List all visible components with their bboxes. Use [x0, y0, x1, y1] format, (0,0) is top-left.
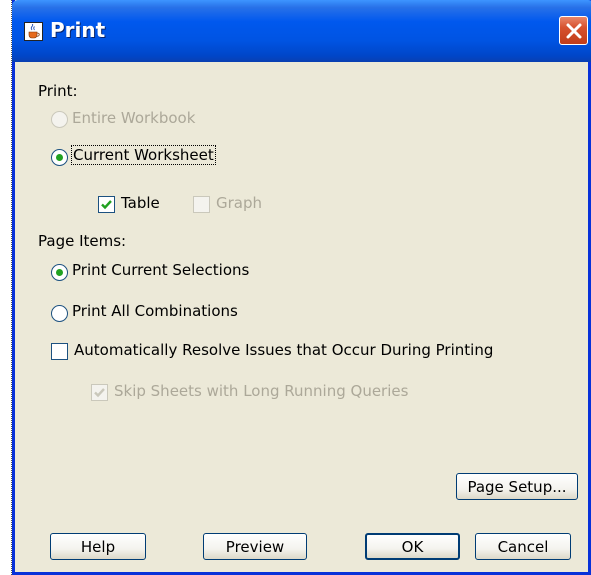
background-edge: [0, 0, 12, 575]
java-cup-icon: [24, 22, 43, 41]
checkbox-auto-resolve[interactable]: [51, 343, 68, 360]
page-items-label: Page Items:: [38, 232, 127, 250]
radio-current-worksheet[interactable]: [51, 149, 68, 166]
checkbox-graph-label: Graph: [216, 194, 263, 212]
checkbox-skip-sheets[interactable]: [91, 384, 108, 401]
checkbox-skip-sheets-label: Skip Sheets with Long Running Queries: [114, 382, 409, 400]
checkmark-icon: [94, 388, 105, 398]
radio-print-all-combinations-label: Print All Combinations: [72, 302, 238, 320]
radio-entire-workbook[interactable]: [51, 111, 68, 128]
dialog-content: Print: Entire Workbook Current Worksheet…: [15, 62, 591, 575]
checkbox-graph[interactable]: [193, 196, 210, 213]
window-title: Print: [50, 18, 106, 42]
ok-button[interactable]: OK: [365, 533, 460, 560]
print-dialog: Print Print: Entire Workbook Current Wor…: [12, 0, 591, 575]
preview-button[interactable]: Preview: [203, 533, 307, 560]
close-button[interactable]: [559, 16, 588, 45]
close-x-icon: [566, 23, 581, 38]
page-setup-button[interactable]: Page Setup...: [456, 473, 578, 500]
radio-print-current-selections[interactable]: [51, 264, 68, 281]
print-section-label: Print:: [38, 82, 78, 100]
radio-print-all-combinations[interactable]: [51, 305, 68, 322]
help-button[interactable]: Help: [50, 533, 146, 560]
checkbox-table[interactable]: [98, 196, 115, 213]
checkbox-table-label: Table: [121, 194, 160, 212]
cancel-button[interactable]: Cancel: [475, 533, 571, 560]
radio-current-worksheet-label[interactable]: Current Worksheet: [71, 145, 216, 165]
radio-print-current-selections-label: Print Current Selections: [72, 261, 250, 279]
title-bar[interactable]: Print: [12, 0, 591, 62]
radio-entire-workbook-label: Entire Workbook: [72, 109, 196, 127]
checkbox-auto-resolve-label: Automatically Resolve Issues that Occur …: [74, 341, 494, 359]
checkmark-icon: [101, 200, 112, 210]
